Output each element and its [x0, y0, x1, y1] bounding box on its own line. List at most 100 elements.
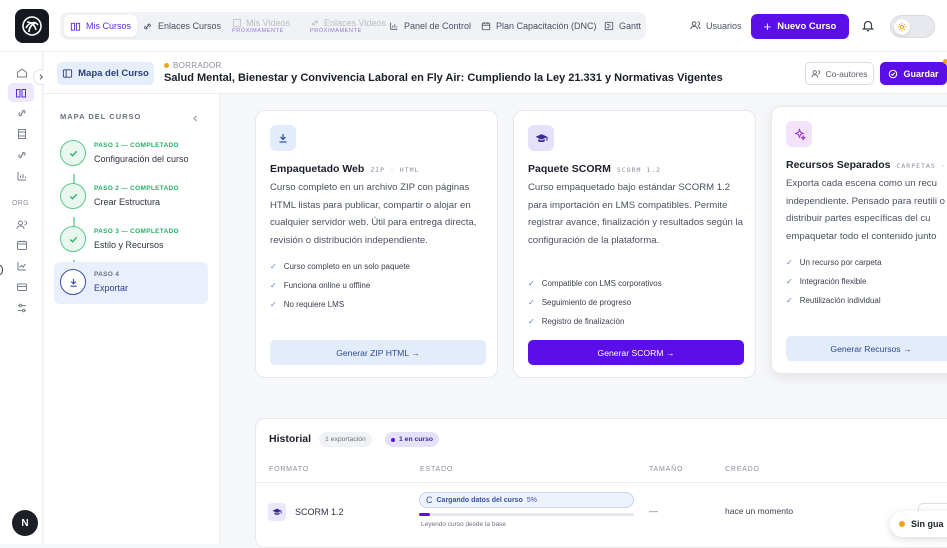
- header-divider: [256, 482, 947, 483]
- step-label: PASO 1 — COMPLETADO: [94, 142, 179, 149]
- nav-gantt[interactable]: Gantt: [598, 15, 647, 37]
- step-name: Exportar: [94, 283, 129, 293]
- collapse-panel-button[interactable]: [191, 110, 200, 128]
- save-label: Guardar: [903, 68, 939, 79]
- app-logo[interactable]: [15, 9, 49, 43]
- step-name: Configuración del curso: [94, 154, 189, 164]
- nav-plan-capacitacion[interactable]: Plan Capacitación (DNC): [475, 15, 603, 37]
- feature-text: No requiere LMS: [283, 300, 345, 309]
- feature-text: Registro de finalización: [541, 317, 625, 326]
- step-3[interactable]: PASO 3 — COMPLETADO Estilo y Recursos: [54, 219, 208, 261]
- users-icon: [690, 21, 701, 30]
- sun-icon: [894, 19, 910, 35]
- org-section-label: ORG: [12, 200, 29, 207]
- card-icon[interactable]: [14, 279, 29, 294]
- usuarios-label: Usuarios: [706, 20, 742, 31]
- nav-label: Mis Cursos: [86, 21, 132, 31]
- feature-text: Integración flexible: [799, 277, 867, 286]
- bell-icon: [861, 20, 875, 32]
- card-tag: SCORM 1.2: [616, 166, 662, 174]
- users-icon[interactable]: [14, 217, 29, 232]
- card-tag: ZIP · HTML: [370, 166, 420, 174]
- new-course-button[interactable]: + Nuevo Curso: [751, 14, 849, 39]
- nav-label: Enlaces Cursos: [158, 21, 222, 31]
- check-icon: [60, 226, 86, 252]
- line-chart-icon[interactable]: [14, 258, 29, 273]
- coauthors-label: Co-autores: [825, 68, 868, 79]
- unsaved-toast[interactable]: Sin gua: [890, 511, 947, 537]
- history-title: Historial: [269, 433, 312, 445]
- panel-title: MAPA DEL CURSO: [60, 112, 142, 121]
- plus-icon: +: [763, 19, 772, 34]
- file-size: —: [649, 506, 658, 516]
- link-icon[interactable]: [14, 147, 29, 162]
- card-feature: ✓ No requiere LMS: [270, 300, 344, 309]
- generate-resources-button[interactable]: Generar Recursos →: [786, 336, 947, 361]
- user-avatar[interactable]: N: [12, 510, 38, 536]
- card-title: Recursos Separados: [786, 159, 891, 171]
- check-icon: ✓: [786, 258, 793, 267]
- export-card-resources: Recursos Separados CARPETAS · I Exporta …: [771, 106, 947, 374]
- card-description: Exporta cada escena como un recu indepen…: [786, 178, 945, 242]
- col-creado: CREADO: [725, 466, 760, 473]
- home-icon[interactable]: [14, 65, 29, 80]
- check-icon: ✓: [786, 277, 793, 286]
- card-heading: Empaquetado Web ZIP · HTML: [270, 163, 419, 175]
- feature-text: Reutilización individual: [799, 296, 881, 305]
- check-icon: ✓: [528, 317, 535, 326]
- chevron-left-icon: [193, 115, 197, 122]
- left-rail: ORG N: [0, 52, 43, 544]
- bar-chart-icon: [390, 22, 398, 30]
- card-feature: ✓ Seguimiento de progreso: [528, 298, 631, 307]
- nav-mis-cursos[interactable]: Mis Cursos: [64, 15, 138, 37]
- feature-text: Seguimiento de progreso: [541, 298, 632, 307]
- coauthors-button[interactable]: Co-autores: [805, 62, 874, 85]
- col-tamano: TAMAÑO: [649, 466, 684, 473]
- nav-enlaces-cursos[interactable]: Enlaces Cursos: [136, 15, 227, 37]
- card-title: Paquete SCORM: [528, 163, 611, 175]
- card-feature: ✓ Registro de finalización: [528, 317, 624, 326]
- card-heading: Recursos Separados CARPETAS · I: [786, 159, 947, 171]
- format-name: SCORM 1.2: [295, 507, 344, 517]
- export-card-zip: Empaquetado Web ZIP · HTML Curso complet…: [255, 110, 498, 378]
- graduation-cap-icon: [528, 125, 554, 151]
- step-label: PASO 3 — COMPLETADO: [94, 228, 179, 235]
- notifications-button[interactable]: [861, 18, 875, 38]
- draft-dot: [164, 63, 169, 68]
- usuarios-link[interactable]: Usuarios: [690, 20, 742, 31]
- running-dot: [391, 437, 395, 442]
- step-4[interactable]: PASO 4 Exportar: [54, 262, 208, 304]
- step-1[interactable]: PASO 1 — COMPLETADO Configuración del cu…: [54, 133, 208, 175]
- calendar-icon[interactable]: [14, 237, 29, 252]
- theme-toggle[interactable]: [890, 15, 935, 38]
- generate-zip-button[interactable]: Generar ZIP HTML →: [270, 340, 486, 365]
- nav-mis-videos: Mis Videos PRÓXIMAMENTE: [226, 15, 296, 37]
- step-2[interactable]: PASO 2 — COMPLETADO Crear Estructura: [54, 176, 208, 218]
- progress-fill: [419, 513, 430, 516]
- film-icon[interactable]: [14, 126, 29, 141]
- nav-panel-control[interactable]: Panel de Control: [383, 15, 477, 37]
- course-map-button[interactable]: Mapa del Curso: [57, 62, 154, 85]
- status-text: Cargando datos del curso: [436, 496, 523, 504]
- course-title: Salud Mental, Bienestar y Convivencia La…: [164, 72, 723, 84]
- export-card-scorm: Paquete SCORM SCORM 1.2 Curso empaquetad…: [513, 110, 756, 378]
- step-label: PASO 2 — COMPLETADO: [94, 185, 179, 192]
- card-feature: ✓ Un recurso por carpeta: [786, 258, 882, 267]
- check-icon: ✓: [270, 300, 277, 309]
- feature-text: Compatible con LMS corporativos: [541, 279, 662, 288]
- bar-chart-icon[interactable]: [14, 168, 29, 183]
- card-heading: Paquete SCORM SCORM 1.2: [528, 163, 661, 175]
- link-icon[interactable]: [14, 105, 29, 120]
- generate-scorm-button[interactable]: Generar SCORM →: [528, 340, 744, 365]
- main-nav: Mis Cursos Enlaces Cursos Mis Videos PRÓ…: [60, 12, 646, 40]
- course-map-label: Mapa del Curso: [78, 68, 149, 79]
- step-name: Estilo y Recursos: [94, 240, 164, 250]
- save-button[interactable]: Guardar: [880, 62, 947, 85]
- feature-text: Funciona online u offline: [283, 281, 371, 290]
- check-icon: [60, 140, 86, 166]
- rail-courses[interactable]: [8, 83, 34, 102]
- status-label: BORRADOR: [173, 61, 222, 70]
- card-feature: ✓ Integración flexible: [786, 277, 866, 286]
- running-label: 1 en curso: [399, 436, 433, 443]
- sliders-icon[interactable]: [14, 300, 29, 315]
